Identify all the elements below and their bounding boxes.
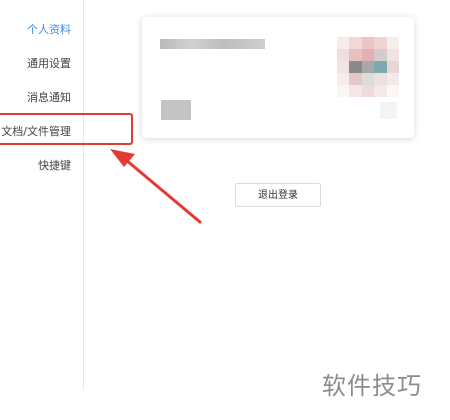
watermark: 软件技巧 (315, 353, 450, 420)
watermark-text: 软件技巧 (322, 372, 422, 400)
